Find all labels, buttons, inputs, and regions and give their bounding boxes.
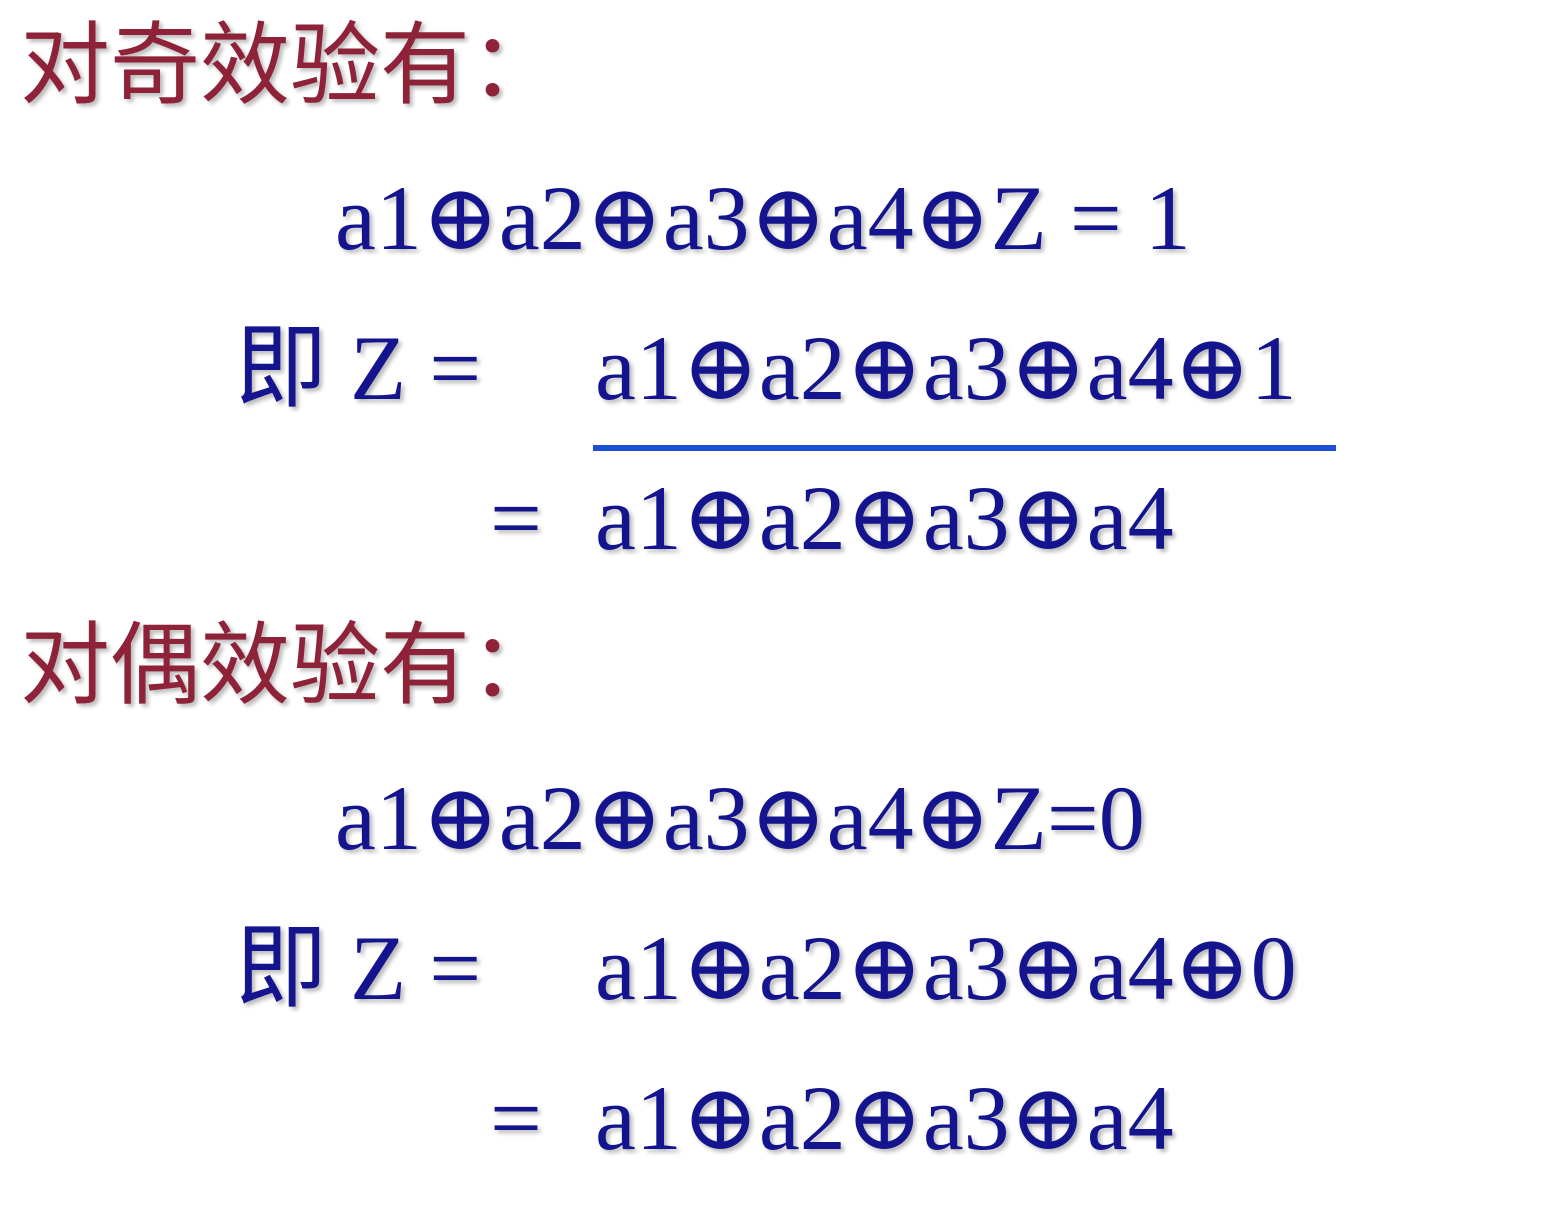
even-equals-sign: = (490, 1067, 542, 1169)
odd-equals-sign: = (490, 467, 542, 569)
odd-z-expression: a1⊕a2⊕a3⊕a4⊕1 (595, 317, 1297, 419)
even-z-prefix: 即 Z = (235, 917, 482, 1019)
odd-parity-equation: a1⊕a2⊕a3⊕a4⊕Z = 1 (335, 167, 1191, 269)
even-parity-heading: 对偶效验有： (20, 617, 560, 716)
odd-parity-heading: 对奇效验有： (20, 17, 560, 116)
odd-z-prefix: 即 Z = (235, 317, 482, 419)
odd-negated-expression: a1⊕a2⊕a3⊕a4 (595, 467, 1174, 569)
even-z-expression: a1⊕a2⊕a3⊕a4⊕0 (595, 917, 1297, 1019)
even-parity-equation: a1⊕a2⊕a3⊕a4⊕Z=0 (335, 767, 1145, 869)
even-expression: a1⊕a2⊕a3⊕a4 (595, 1067, 1174, 1169)
negation-overbar (593, 445, 1336, 451)
